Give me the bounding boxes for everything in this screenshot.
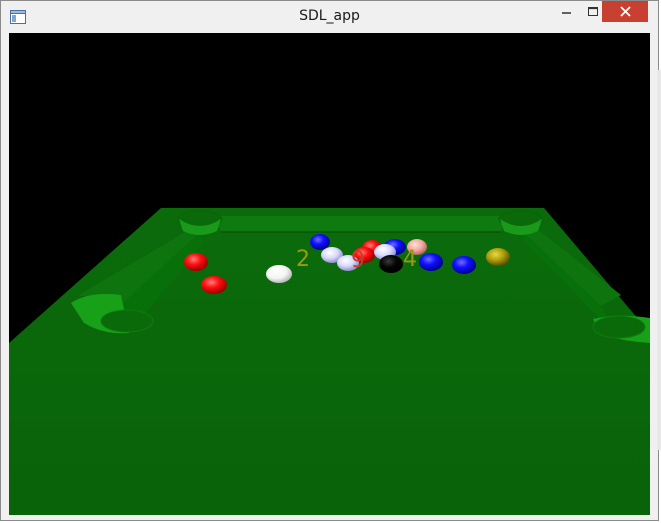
far-cushion — [214, 216, 506, 232]
ball-blue[interactable] — [452, 256, 476, 274]
ball-red[interactable] — [184, 253, 208, 271]
minimize-button[interactable] — [557, 1, 577, 22]
ball-blue[interactable] — [419, 253, 443, 271]
pocket-mid-right-rim — [592, 315, 646, 339]
ball-number-label: 4 — [403, 247, 417, 272]
background-window-edge — [657, 70, 661, 450]
ball-cue-white[interactable] — [266, 265, 292, 283]
ball-yellow[interactable] — [486, 248, 510, 266]
pocket-mid-left-rim — [100, 309, 154, 333]
pool-table-scene[interactable]: 2 9 4 — [9, 33, 650, 515]
title-bar[interactable]: SDL_app — [1, 1, 658, 33]
ball-number-label: 2 — [296, 247, 310, 272]
app-window: SDL_app 2 9 4 — [0, 0, 659, 521]
close-button[interactable] — [602, 1, 648, 22]
app-window-icon[interactable] — [10, 10, 26, 24]
minimize-icon — [562, 11, 571, 14]
ball-number-label: 9 — [351, 248, 365, 273]
ball-black[interactable] — [379, 255, 403, 273]
game-viewport[interactable]: 2 9 4 — [9, 33, 650, 515]
close-icon — [619, 6, 631, 17]
ball-blue[interactable] — [310, 234, 330, 250]
maximize-icon — [588, 6, 598, 16]
ball-red[interactable] — [201, 276, 227, 294]
